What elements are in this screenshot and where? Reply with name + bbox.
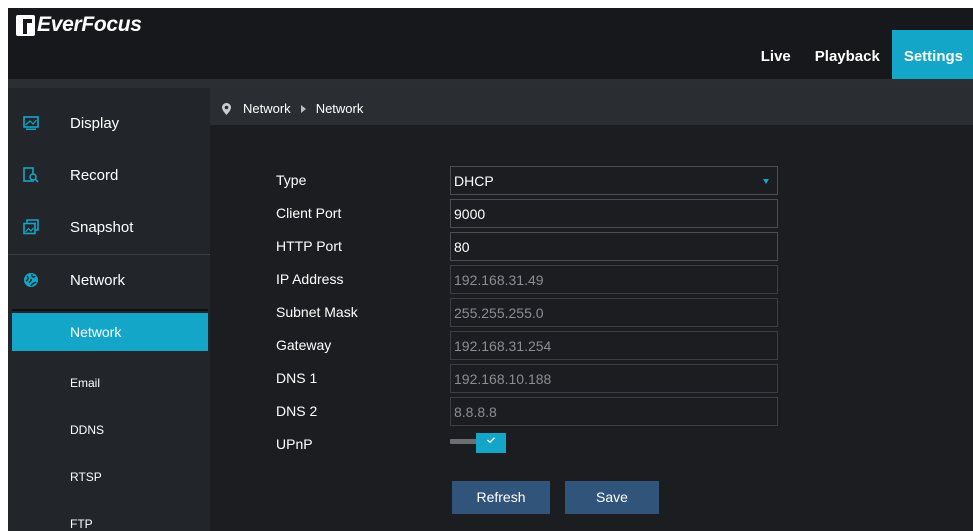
breadcrumb: Network Network <box>210 88 973 125</box>
sidebar-subitem-label: DDNS <box>70 423 105 437</box>
save-button[interactable]: Save <box>565 481 659 514</box>
http-port-input[interactable]: 80 <box>450 232 778 261</box>
nav-live[interactable]: Live <box>749 30 803 79</box>
dns2-label: DNS 2 <box>276 403 318 419</box>
breadcrumb-item[interactable]: Network <box>243 101 291 116</box>
monitor-icon <box>23 116 39 130</box>
network-settings-form: Type DHCP Client Port 9000 HTTP Port 80 … <box>210 125 973 531</box>
app-window: EverFocus Live Playback Settings Display… <box>8 8 973 531</box>
sidebar-subitem-ftp[interactable]: FTP <box>8 505 210 531</box>
refresh-button[interactable]: Refresh <box>452 481 550 514</box>
type-row: Type DHCP <box>210 166 973 200</box>
client-port-label: Client Port <box>276 205 342 221</box>
ip-address-row: IP Address 192.168.31.49 <box>210 265 973 299</box>
type-label: Type <box>276 172 307 188</box>
globe-icon <box>24 273 38 287</box>
caret-down-icon <box>763 179 769 184</box>
nav-playback[interactable]: Playback <box>803 30 892 79</box>
upnp-row: UPnP <box>210 433 973 464</box>
sidebar-item-network[interactable]: Network <box>8 255 210 305</box>
gateway-input: 192.168.31.254 <box>450 331 778 360</box>
subnet-mask-input: 255.255.255.0 <box>450 298 778 327</box>
sidebar-subitem-label: RTSP <box>70 470 102 484</box>
sidebar-item-snapshot[interactable]: Snapshot <box>8 202 210 252</box>
sidebar-item-display[interactable]: Display <box>8 98 210 148</box>
sidebar-subitem-email[interactable]: Email <box>8 364 210 402</box>
subnet-mask-label: Subnet Mask <box>276 304 358 320</box>
sidebar-item-label: Network <box>70 271 126 289</box>
logo-mark-icon <box>16 14 35 36</box>
record-search-icon <box>23 167 39 183</box>
dns2-input: 8.8.8.8 <box>450 397 778 426</box>
ip-address-input: 192.168.31.49 <box>450 265 778 294</box>
dns1-label: DNS 1 <box>276 370 318 386</box>
gateway-row: Gateway 192.168.31.254 <box>210 331 973 365</box>
sidebar-subitem-label: Network <box>70 324 122 340</box>
top-navigation: Live Playback Settings <box>749 30 973 79</box>
sidebar-item-label: Display <box>70 114 120 132</box>
upnp-toggle[interactable] <box>450 433 506 453</box>
http-port-label: HTTP Port <box>276 238 342 254</box>
nav-settings[interactable]: Settings <box>891 30 973 79</box>
sidebar-item-label: Record <box>70 166 119 184</box>
gateway-label: Gateway <box>276 337 332 353</box>
sidebar-subitem-ddns[interactable]: DDNS <box>8 411 210 449</box>
sidebar: Display Record Snapshot Network Network … <box>8 88 210 531</box>
brand-logo: EverFocus <box>16 10 142 40</box>
sidebar-subitem-label: Email <box>70 376 101 390</box>
breadcrumb-current: Network <box>315 101 364 116</box>
checkmark-icon <box>487 437 495 443</box>
client-port-input[interactable]: 9000 <box>450 199 778 228</box>
sidebar-subitem-rtsp[interactable]: RTSP <box>8 458 210 496</box>
client-port-row: Client Port 9000 <box>210 199 973 233</box>
subnet-mask-row: Subnet Mask 255.255.255.0 <box>210 298 973 332</box>
dns1-input: 192.168.10.188 <box>450 364 778 393</box>
sidebar-subitem-label: FTP <box>70 517 93 531</box>
brand-name: EverFocus <box>37 13 142 36</box>
ip-address-label: IP Address <box>276 271 344 287</box>
submenu-separator <box>12 309 208 311</box>
location-pin-icon <box>222 102 231 115</box>
sidebar-subitem-network[interactable]: Network <box>12 313 208 351</box>
upnp-label: UPnP <box>276 436 313 452</box>
snapshot-icon <box>23 219 39 235</box>
toggle-knob <box>476 433 506 453</box>
sidebar-item-record[interactable]: Record <box>8 150 210 200</box>
header-divider <box>8 79 973 88</box>
http-port-row: HTTP Port 80 <box>210 232 973 266</box>
header: EverFocus Live Playback Settings <box>8 8 973 79</box>
dns2-row: DNS 2 8.8.8.8 <box>210 397 973 431</box>
sidebar-item-label: Snapshot <box>70 218 134 236</box>
dns1-row: DNS 1 192.168.10.188 <box>210 364 973 398</box>
type-select[interactable]: DHCP <box>450 166 778 195</box>
chevron-right-icon <box>300 104 306 113</box>
